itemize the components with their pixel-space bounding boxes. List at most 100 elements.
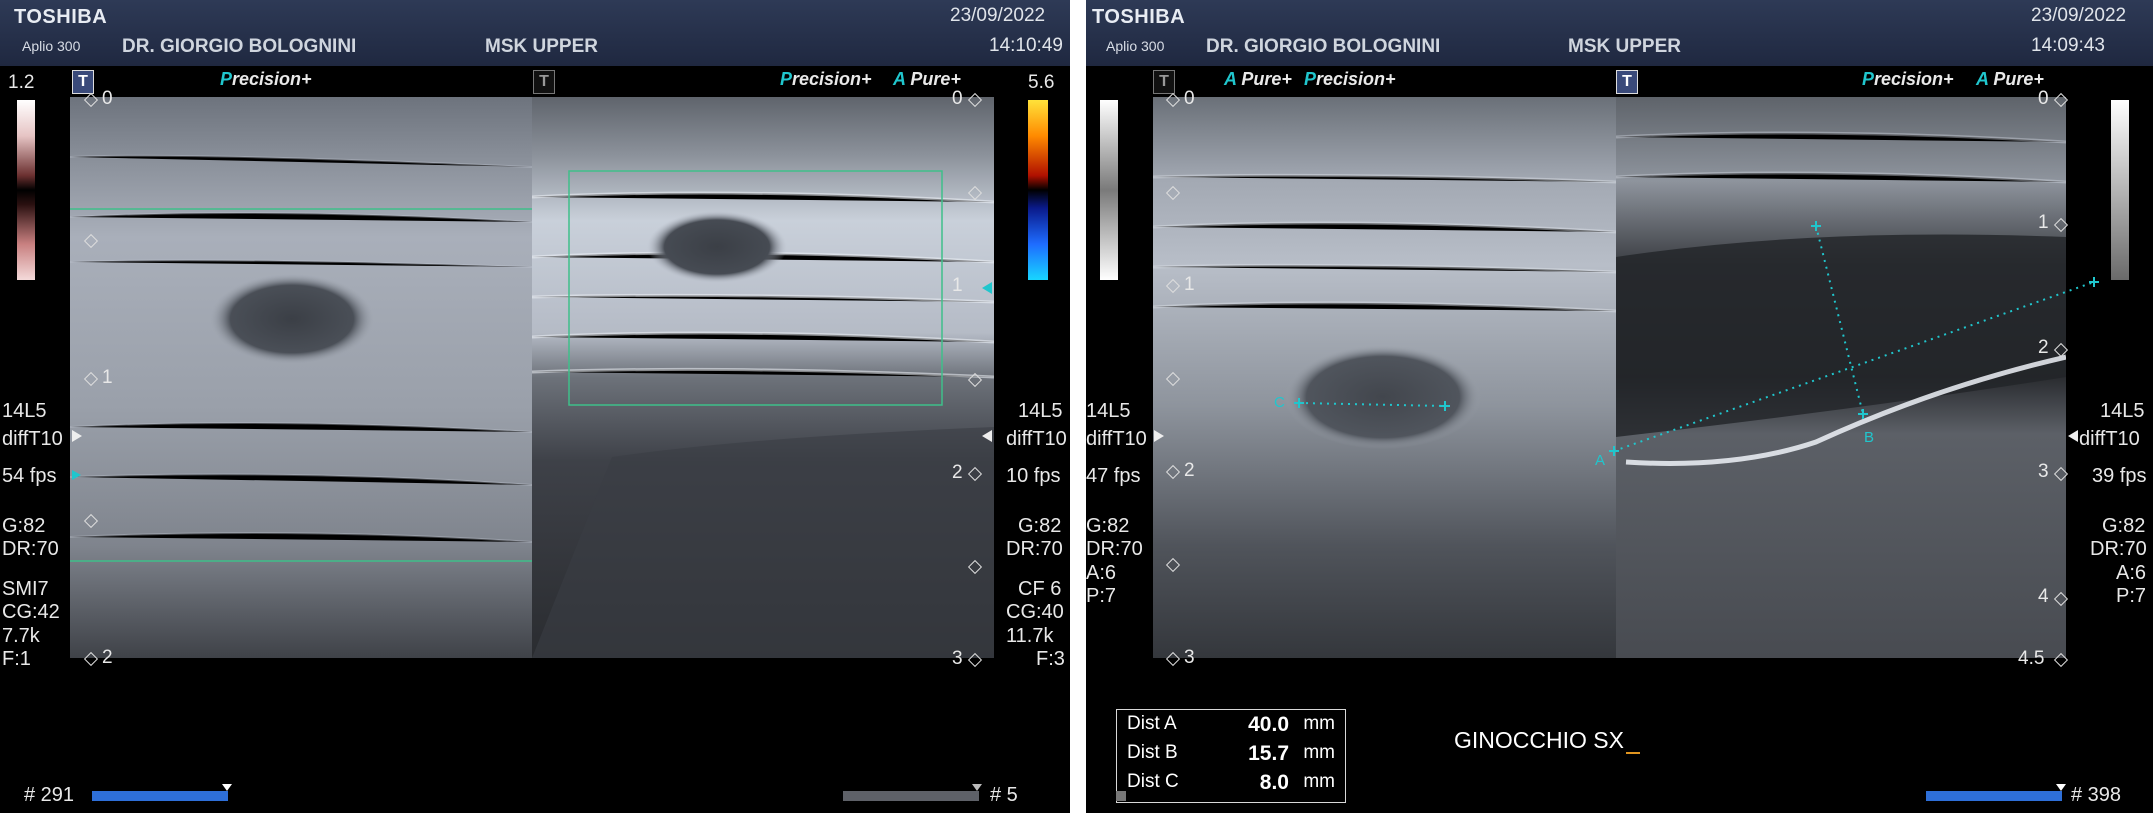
measurement-row: Dist C 8.0 mm: [1127, 771, 1335, 797]
measurement-value: 8.0: [1259, 771, 1289, 794]
measurement-label: Dist B: [1127, 742, 1178, 763]
param-p: P:7: [2116, 585, 2147, 607]
depth-label: 1: [1184, 274, 1195, 295]
param-gain: G:82: [1086, 515, 1130, 537]
left-ultrasound-panel: TOSHIBA Aplio 300 DR. GIORGIO BOLOGNINI …: [0, 0, 1070, 813]
color-doppler-scale: [1028, 100, 1048, 280]
measurement-label: Dist C: [1127, 771, 1179, 792]
depth-label: 0: [1184, 88, 1195, 109]
frame-counter: # 398: [2071, 784, 2122, 806]
depth-label: 0: [102, 88, 113, 109]
ultrasound-image-smi: [70, 97, 532, 658]
panel-divider: [1070, 0, 1086, 813]
focus-marker: [982, 282, 992, 294]
depth-label: 2: [2038, 337, 2049, 358]
param-mode: diffT10: [2079, 428, 2140, 450]
frame-indicator-square: [1116, 791, 1126, 801]
right-ultrasound-panel: TOSHIBA Aplio 300 DR. GIORGIO BOLOGNINI …: [1086, 0, 2153, 813]
depth-label: 0: [952, 88, 963, 109]
param-fps: 47 fps: [1086, 465, 1141, 487]
precision-badge-left: Precision+: [220, 69, 312, 89]
cine-progress-bar[interactable]: [1926, 791, 2062, 801]
measurement-value: 15.7: [1248, 742, 1289, 765]
measurement-value: 40.0: [1248, 713, 1289, 736]
caliper-label-a: A: [1595, 452, 1606, 469]
focus-marker: [72, 470, 81, 480]
focus-marker: [2068, 430, 2078, 442]
param-mode: diffT10: [1086, 428, 1147, 450]
param-dr: DR:70: [1086, 538, 1143, 560]
cine-progress-bar-left[interactable]: [92, 791, 228, 801]
param-transducer: 14L5: [1086, 400, 1131, 422]
precision-badge-right: Precision+: [780, 69, 872, 89]
doctor-name: DR. GIORGIO BOLOGNINI: [122, 36, 357, 57]
param-transducer: 14L5: [1018, 400, 1063, 422]
depth-label: 2: [952, 462, 963, 483]
focus-marker: [982, 430, 992, 442]
apure-badge-right: A Pure+: [893, 69, 961, 89]
t-marker-left: T: [72, 70, 94, 94]
param-transducer: 14L5: [2, 400, 47, 422]
brand-logo: TOSHIBA: [14, 6, 108, 28]
cine-slider-handle[interactable]: [222, 784, 232, 791]
param-filter: F:3: [1036, 648, 1065, 670]
param-cf: CF 6: [1018, 578, 1062, 600]
param-dr: DR:70: [2, 538, 59, 560]
param-dr: DR:70: [2090, 538, 2147, 560]
depth-label: 4.5: [2018, 648, 2045, 669]
text-cursor: [1625, 752, 1640, 754]
cine-slider-handle[interactable]: [972, 784, 982, 791]
param-mode: diffT10: [2, 428, 63, 450]
exam-date: 23/09/2022: [950, 5, 1046, 26]
depth-label: 1: [2038, 212, 2049, 233]
param-dr: DR:70: [1006, 538, 1063, 560]
depth-label: 2: [1184, 460, 1195, 481]
measurement-unit: mm: [1303, 742, 1335, 763]
frame-counter-right: # 5: [990, 784, 1018, 806]
annotation-label: GINOCCHIO SX: [1454, 727, 1624, 753]
measurement-unit: mm: [1303, 713, 1335, 734]
param-mode: diffT10: [1006, 428, 1067, 450]
exam-preset: MSK UPPER: [485, 36, 598, 57]
exam-time: 14:10:49: [989, 35, 1063, 56]
cine-progress-bar-right[interactable]: [843, 791, 979, 801]
caliper-label-c: C: [1274, 394, 1285, 411]
param-cg: CG:42: [2, 601, 60, 623]
param-fps: 39 fps: [2092, 465, 2147, 487]
measurement-row: Dist B 15.7 mm: [1127, 742, 1335, 768]
scanner-model: Aplio 300: [22, 38, 81, 54]
depth-label: 2: [102, 647, 113, 668]
param-prf: 7.7k: [2, 625, 40, 647]
param-fps: 54 fps: [2, 465, 57, 487]
depth-label: 0: [2038, 88, 2049, 109]
param-gain: G:82: [2102, 515, 2146, 537]
cine-slider-handle[interactable]: [2056, 784, 2066, 791]
param-prf: 11.7k: [1006, 625, 1054, 647]
focus-marker: [1154, 430, 1164, 442]
param-p: P:7: [1086, 585, 1117, 607]
color-scale-top: 5.6: [1028, 72, 1055, 93]
caliper-overlay: [1294, 221, 2099, 456]
depth-label: 1: [952, 275, 963, 296]
caliper-label-b: B: [1864, 429, 1875, 446]
measurement-row: Dist A 40.0 mm: [1127, 713, 1335, 739]
measurement-table: Dist A 40.0 mm Dist B 15.7 mm Dist C 8.0…: [1116, 709, 1346, 803]
depth-label: 4: [2038, 586, 2049, 607]
depth-label: 1: [102, 367, 113, 388]
focus-marker: [72, 430, 82, 442]
t-marker-right: T: [533, 70, 555, 94]
depth-label: 3: [2038, 461, 2049, 482]
param-transducer: 14L5: [2100, 400, 2145, 422]
measurement-label: Dist A: [1127, 713, 1177, 734]
depth-label: 3: [1184, 647, 1195, 668]
depth-label: 3: [952, 648, 963, 669]
param-fps: 10 fps: [1006, 465, 1061, 487]
param-a: A:6: [1086, 562, 1117, 584]
param-gain: G:82: [2, 515, 46, 537]
annotation-text[interactable]: GINOCCHIO SX: [1454, 727, 1640, 754]
param-filter: F:1: [2, 648, 31, 670]
param-cg: CG:40: [1006, 601, 1064, 623]
velocity-scale-top: 1.2: [8, 72, 35, 93]
frame-counter-left: # 291: [24, 784, 75, 806]
param-smi: SMI7: [2, 578, 49, 600]
